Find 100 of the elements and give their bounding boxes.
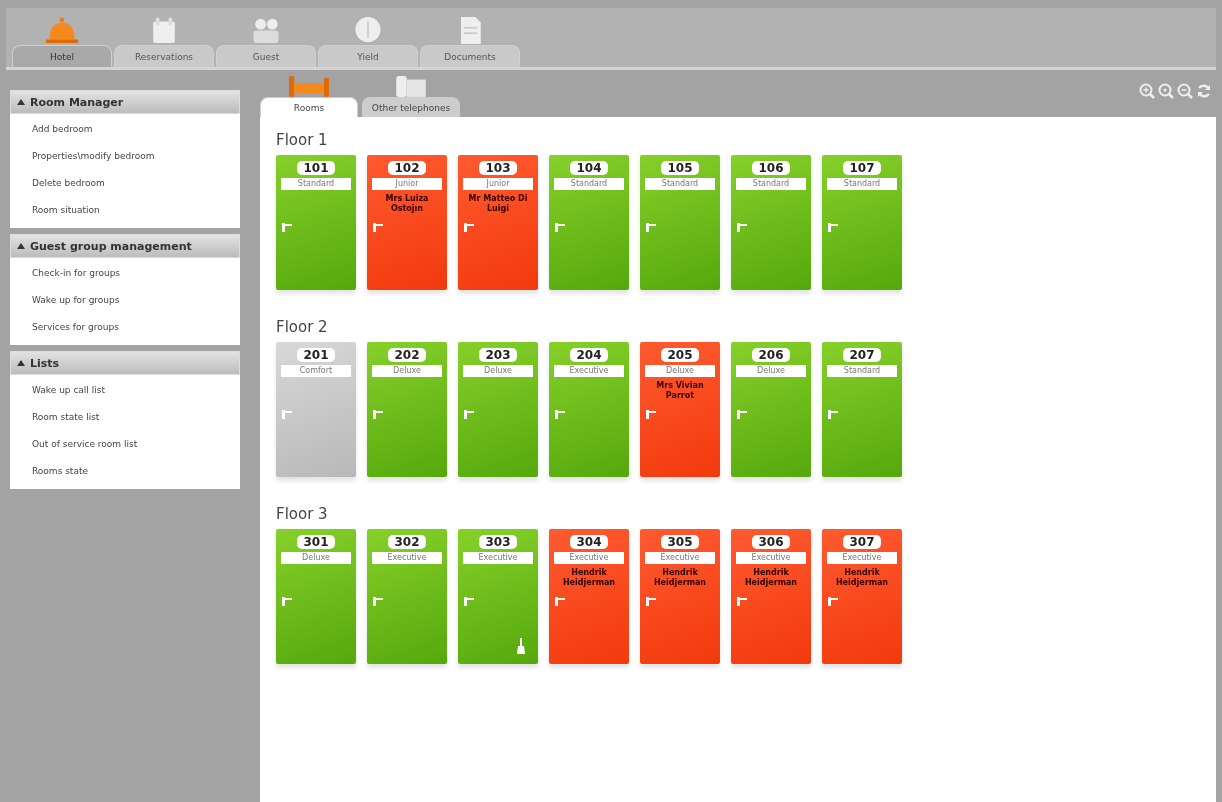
refresh-icon[interactable] [1196, 83, 1212, 99]
room-card[interactable]: 103 Junior Mr Matteo Di Luigi [458, 155, 538, 290]
section-title: Lists [30, 356, 60, 370]
room-number: 203 [479, 348, 517, 362]
sidebar-item[interactable]: Properties\modify bedroom [10, 143, 240, 170]
room-type: Executive [372, 552, 442, 564]
room-number: 307 [843, 535, 881, 549]
room-card[interactable]: 306 Executive Hendrik Heidjerman [731, 529, 811, 664]
room-number: 302 [388, 535, 426, 549]
door-handle-icon [373, 597, 383, 606]
door-handle-icon [828, 223, 838, 232]
main-tab[interactable]: Reservations [114, 45, 214, 67]
sub-tab[interactable]: Other telephones [362, 97, 460, 117]
sidebar-item[interactable]: Rooms state [10, 458, 240, 485]
room-type: Deluxe [736, 365, 806, 377]
door-handle-icon [555, 410, 565, 419]
sidebar-item[interactable]: Delete bedroom [10, 170, 240, 197]
room-card[interactable]: 102 Junior Mrs Luiza Ostojın [367, 155, 447, 290]
guest-name: Hendrik Heidjerman [834, 568, 890, 588]
door-handle-icon [555, 223, 565, 232]
floor-title: Floor 1 [276, 131, 329, 149]
room-card[interactable]: 206 Deluxe [731, 342, 811, 477]
zoom-out-icon[interactable] [1177, 83, 1193, 99]
room-card[interactable]: 205 Deluxe Mrs Vivian Parrot [640, 342, 720, 477]
sub-tab[interactable]: Rooms [260, 97, 358, 117]
room-number: 306 [752, 535, 790, 549]
room-type: Deluxe [372, 365, 442, 377]
room-number: 101 [297, 161, 335, 175]
door-handle-icon [646, 410, 656, 419]
room-card[interactable]: 303 Executive [458, 529, 538, 664]
section-header[interactable]: Lists [10, 351, 240, 375]
sidebar-item[interactable]: Room state list [10, 404, 240, 431]
room-number: 106 [752, 161, 790, 175]
room-type: Deluxe [463, 365, 533, 377]
room-number: 304 [570, 535, 608, 549]
room-type: Executive [554, 552, 624, 564]
door-handle-icon [646, 597, 656, 606]
guest-name: Hendrik Heidjerman [652, 568, 708, 588]
door-handle-icon [464, 410, 474, 419]
sidebar-item[interactable]: Add bedroom [10, 116, 240, 143]
room-number: 301 [297, 535, 335, 549]
room-card[interactable]: 203 Deluxe [458, 342, 538, 477]
door-handle-icon [737, 597, 747, 606]
room-type: Deluxe [281, 552, 351, 564]
room-card[interactable]: 101 Standard [276, 155, 356, 290]
room-type: Standard [736, 178, 806, 190]
room-type: Standard [281, 178, 351, 190]
room-card[interactable]: 304 Executive Hendrik Heidjerman [549, 529, 629, 664]
main-tab[interactable]: Yield [318, 45, 418, 67]
room-card[interactable]: 204 Executive [549, 342, 629, 477]
guest-name: Hendrik Heidjerman [743, 568, 799, 588]
room-number: 204 [570, 348, 608, 362]
room-number: 104 [570, 161, 608, 175]
room-type: Executive [554, 365, 624, 377]
room-card[interactable]: 104 Standard [549, 155, 629, 290]
sidebar-item[interactable]: Check-in for groups [10, 260, 240, 287]
section-header[interactable]: Room Manager [10, 90, 240, 114]
room-card[interactable]: 106 Standard [731, 155, 811, 290]
floor-title: Floor 2 [276, 318, 329, 336]
door-handle-icon [828, 410, 838, 419]
sidebar-item[interactable]: Room situation [10, 197, 240, 224]
room-card[interactable]: 207 Standard [822, 342, 902, 477]
zoom-icon[interactable] [1158, 83, 1174, 99]
section-title: Room Manager [30, 95, 124, 109]
door-handle-icon [464, 223, 474, 232]
room-card[interactable]: 305 Executive Hendrik Heidjerman [640, 529, 720, 664]
main-tab[interactable]: Hotel [12, 45, 112, 67]
room-number: 205 [661, 348, 699, 362]
door-handle-icon [737, 410, 747, 419]
main-tab[interactable]: Documents [420, 45, 520, 67]
room-number: 103 [479, 161, 517, 175]
room-type: Standard [827, 365, 897, 377]
room-card[interactable]: 302 Executive [367, 529, 447, 664]
main-tab[interactable]: Guest [216, 45, 316, 67]
room-type: Executive [463, 552, 533, 564]
room-card[interactable]: 301 Deluxe [276, 529, 356, 664]
room-type: Deluxe [645, 365, 715, 377]
guest-name: Hendrik Heidjerman [561, 568, 617, 588]
guest-name: Mrs Vivian Parrot [655, 381, 705, 401]
sidebar-item[interactable]: Wake up call list [10, 377, 240, 404]
sidebar-item[interactable]: Out of service room list [10, 431, 240, 458]
bell-icon[interactable] [44, 16, 80, 45]
door-handle-icon [282, 410, 292, 419]
guest-name: Mrs Luiza Ostojın [384, 194, 430, 214]
room-card[interactable]: 201 Comfort [276, 342, 356, 477]
room-card[interactable]: 105 Standard [640, 155, 720, 290]
room-card[interactable]: 202 Deluxe [367, 342, 447, 477]
room-card[interactable]: 107 Standard [822, 155, 902, 290]
door-handle-icon [646, 223, 656, 232]
room-card[interactable]: 307 Executive Hendrik Heidjerman [822, 529, 902, 664]
door-handle-icon [373, 223, 383, 232]
room-number: 102 [388, 161, 426, 175]
door-handle-icon [282, 223, 292, 232]
door-handle-icon [464, 597, 474, 606]
zoom-in-icon[interactable] [1139, 83, 1155, 99]
room-type: Standard [827, 178, 897, 190]
section-header[interactable]: Guest group management [10, 234, 240, 258]
sidebar-item[interactable]: Services for groups [10, 314, 240, 341]
room-type: Executive [645, 552, 715, 564]
sidebar-item[interactable]: Wake up for groups [10, 287, 240, 314]
